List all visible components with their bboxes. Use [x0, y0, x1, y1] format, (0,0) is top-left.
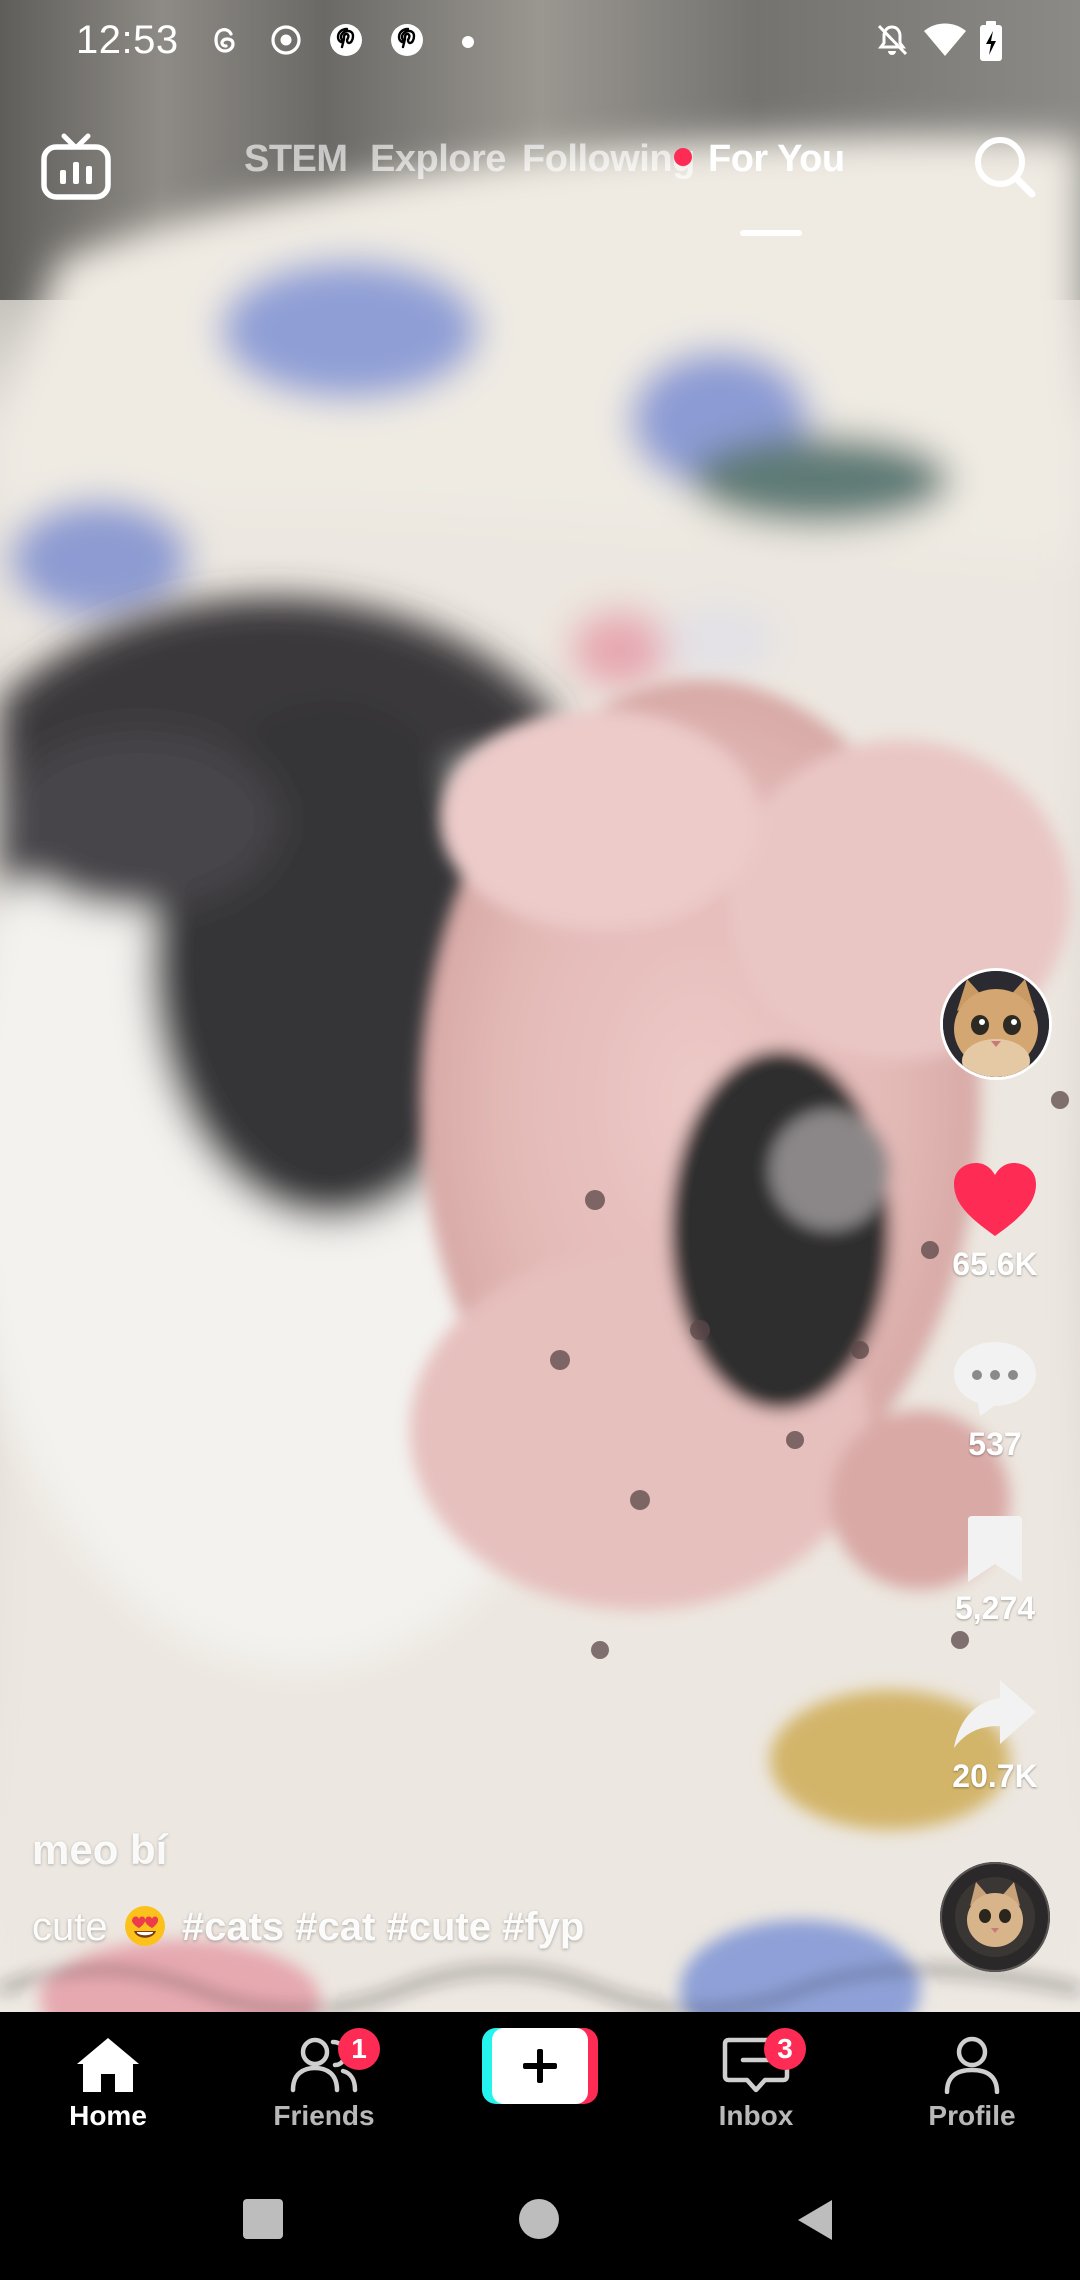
tab-explore[interactable]: Explore	[370, 138, 506, 181]
pinterest-icon	[330, 24, 362, 56]
hashtag[interactable]: #cute	[386, 1905, 491, 1949]
back-icon[interactable]	[792, 2196, 838, 2244]
cat-avatar-image	[943, 971, 1049, 1077]
music-disc-icon	[940, 1862, 1050, 1972]
profile-icon	[944, 2036, 1000, 2094]
creator-username[interactable]: meo bí	[32, 1826, 892, 1874]
active-tab-indicator	[740, 230, 802, 236]
like-count: 65.6K	[952, 1246, 1038, 1282]
system-navigation-bar	[0, 2162, 1080, 2280]
heart-icon[interactable]	[950, 1160, 1040, 1240]
hashtag[interactable]: #cats	[182, 1905, 284, 1949]
inbox-badge: 3	[764, 2028, 806, 2070]
status-bar: 12:53	[0, 0, 1080, 90]
threads-icon	[214, 28, 235, 53]
plus-icon	[523, 2049, 557, 2083]
pinterest-icon	[391, 24, 423, 56]
tab-profile-label: Profile	[928, 2100, 1016, 2131]
share-arrow-icon[interactable]	[950, 1676, 1040, 1752]
share-action[interactable]: 20.7K	[930, 1676, 1060, 1795]
friends-badge: 1	[338, 2028, 380, 2070]
following-new-dot	[674, 148, 692, 166]
app-screen: 12:53 STEM Explore Following For You 65.…	[0, 0, 1080, 2280]
tab-inbox[interactable]: Inbox 3	[676, 2028, 836, 2132]
like-action[interactable]: 65.6K	[930, 1160, 1060, 1283]
feed-tabs: STEM Explore Following For You	[0, 138, 1080, 236]
tab-inbox-label: Inbox	[718, 2100, 794, 2131]
recents-icon[interactable]	[240, 2196, 286, 2242]
tab-home[interactable]: Home	[28, 2034, 188, 2132]
post-description[interactable]: cute #cats #cat #cute #fyp	[32, 1904, 892, 1950]
creator-avatar[interactable]	[940, 968, 1052, 1080]
mute-icon	[877, 24, 908, 56]
record-icon	[271, 25, 301, 55]
tab-following[interactable]: Following	[522, 138, 695, 181]
create-post-button[interactable]	[482, 2028, 598, 2104]
tab-friends[interactable]: Friends 1	[244, 2028, 404, 2132]
tab-profile[interactable]: Profile	[892, 2034, 1052, 2132]
share-count: 20.7K	[952, 1758, 1038, 1794]
video-player[interactable]	[0, 0, 1080, 2012]
hashtag[interactable]: #cat	[295, 1905, 375, 1949]
heart-eyes-emoji	[124, 1906, 165, 1946]
dot-icon	[462, 36, 474, 48]
tab-for-you[interactable]: For You	[708, 138, 845, 181]
home-icon	[77, 2038, 139, 2092]
hashtag[interactable]: #fyp	[502, 1905, 584, 1949]
comment-icon[interactable]	[950, 1338, 1040, 1420]
status-time: 12:53	[76, 18, 179, 62]
video-frame	[0, 0, 1080, 2012]
tab-home-label: Home	[69, 2100, 147, 2131]
post-caption: meo bí cute #cats #cat #cute #fyp	[32, 1826, 892, 1950]
top-navigation: STEM Explore Following For You	[0, 120, 1080, 236]
battery-charging-icon	[980, 21, 1002, 61]
sound-disc[interactable]	[940, 1862, 1050, 1972]
home-circle-icon[interactable]	[516, 2196, 562, 2242]
bookmark-count: 5,274	[954, 1590, 1036, 1626]
comment-count: 537	[968, 1426, 1022, 1462]
bookmark-action[interactable]: 5,274	[930, 1512, 1060, 1627]
bookmark-icon[interactable]	[950, 1512, 1040, 1584]
tab-friends-label: Friends	[273, 2100, 375, 2131]
comment-action[interactable]: 537	[930, 1338, 1060, 1463]
search-icon[interactable]	[970, 132, 1040, 202]
tab-stem[interactable]: STEM	[244, 138, 348, 181]
wifi-icon	[924, 23, 966, 56]
description-text: cute	[32, 1905, 108, 1949]
